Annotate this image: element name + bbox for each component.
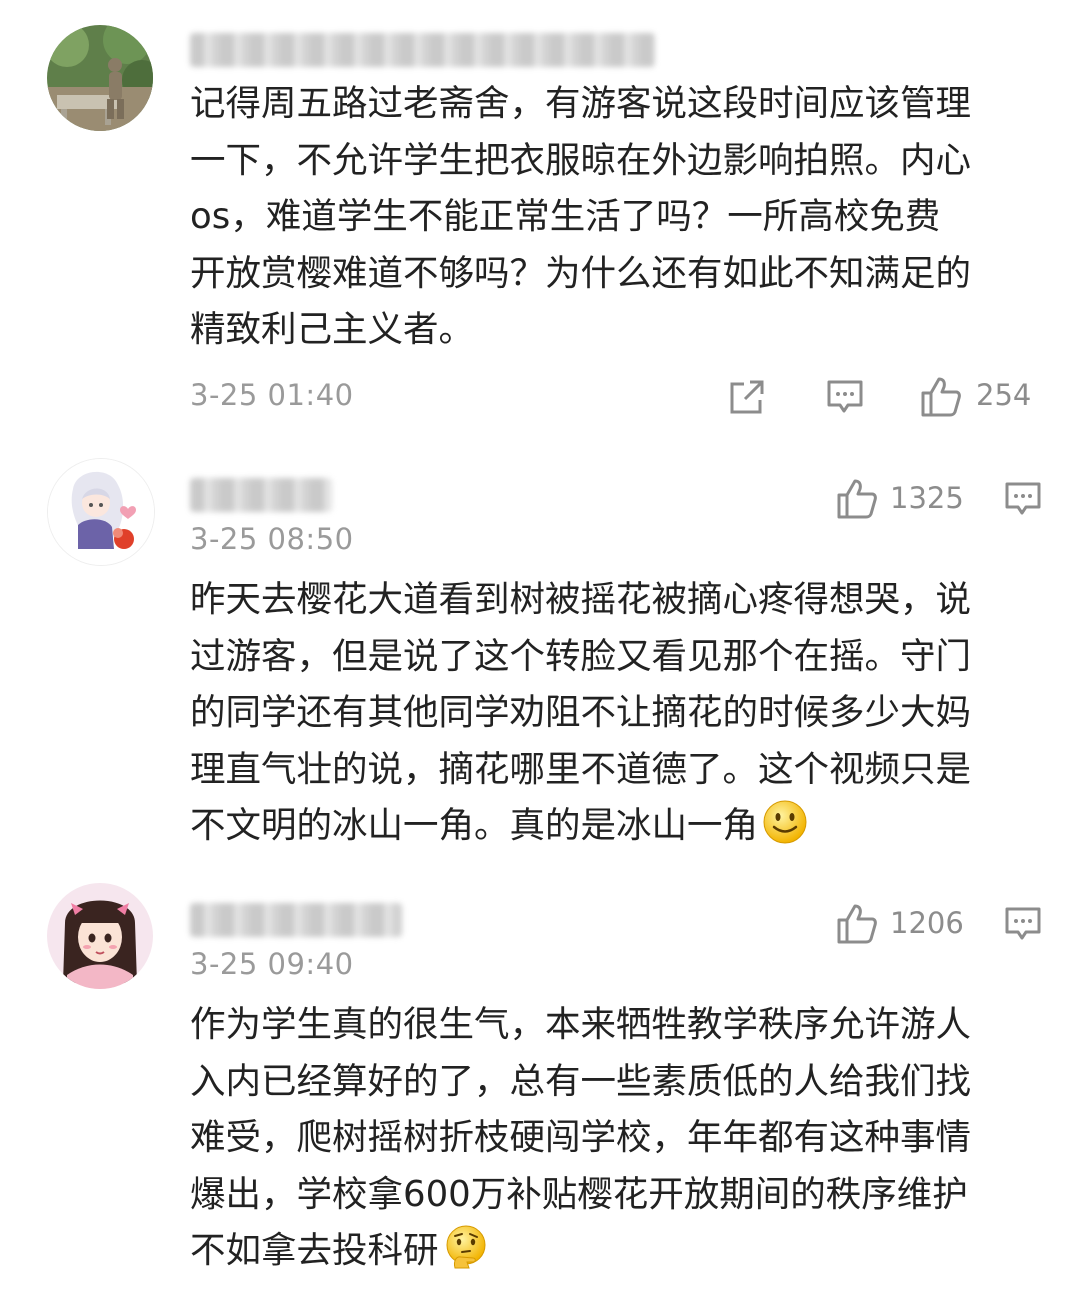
avatar-anime-girl-pink-icon (47, 883, 153, 989)
avatar-photo-statue-icon (47, 25, 153, 131)
avatar[interactable] (47, 25, 153, 131)
username-blurred[interactable] (190, 478, 332, 512)
thumbs-up-icon[interactable] (836, 478, 878, 520)
avatar[interactable] (47, 883, 153, 989)
comment-icon[interactable] (1004, 480, 1042, 518)
thumbs-up-icon[interactable] (920, 376, 962, 418)
like-count: 1206 (890, 906, 964, 940)
comment-text: 记得周五路过老斋舍，有游客说这段时间应该管理 一下，不允许学生把衣服晾在外边影响… (190, 83, 972, 350)
comment-text: 昨天去樱花大道看到树被摇花被摘心疼得想哭，说 过游客，但是说了这个转脸又看见那个… (190, 572, 1040, 855)
comment-text: 作为学生真的很生气，本来牺牲教学秩序允许游人 入内已经算好的了，总有一些素质低的… (190, 997, 1040, 1280)
like-count: 1325 (890, 481, 964, 515)
comment-text-content: 作为学生真的很生气，本来牺牲教学秩序允许游人 入内已经算好的了，总有一些素质低的… (190, 1004, 972, 1271)
smile-emoji-icon (763, 800, 807, 844)
comment-time: 3-25 01:40 (190, 378, 354, 412)
share-icon[interactable] (728, 378, 766, 416)
thinking-emoji-icon (446, 1225, 486, 1269)
username-blurred[interactable] (190, 33, 655, 67)
comment-time: 3-25 08:50 (190, 522, 354, 556)
comment-icon[interactable] (826, 378, 864, 416)
thumbs-up-icon[interactable] (836, 903, 878, 945)
username-blurred[interactable] (190, 903, 402, 937)
comment-text-content: 昨天去樱花大道看到树被摇花被摘心疼得想哭，说 过游客，但是说了这个转脸又看见那个… (190, 579, 972, 846)
like-count: 254 (976, 378, 1032, 412)
comment-time: 3-25 09:40 (190, 947, 354, 981)
avatar-anime-girl-icon (48, 459, 154, 565)
avatar[interactable] (47, 458, 155, 566)
comment-icon[interactable] (1004, 905, 1042, 943)
